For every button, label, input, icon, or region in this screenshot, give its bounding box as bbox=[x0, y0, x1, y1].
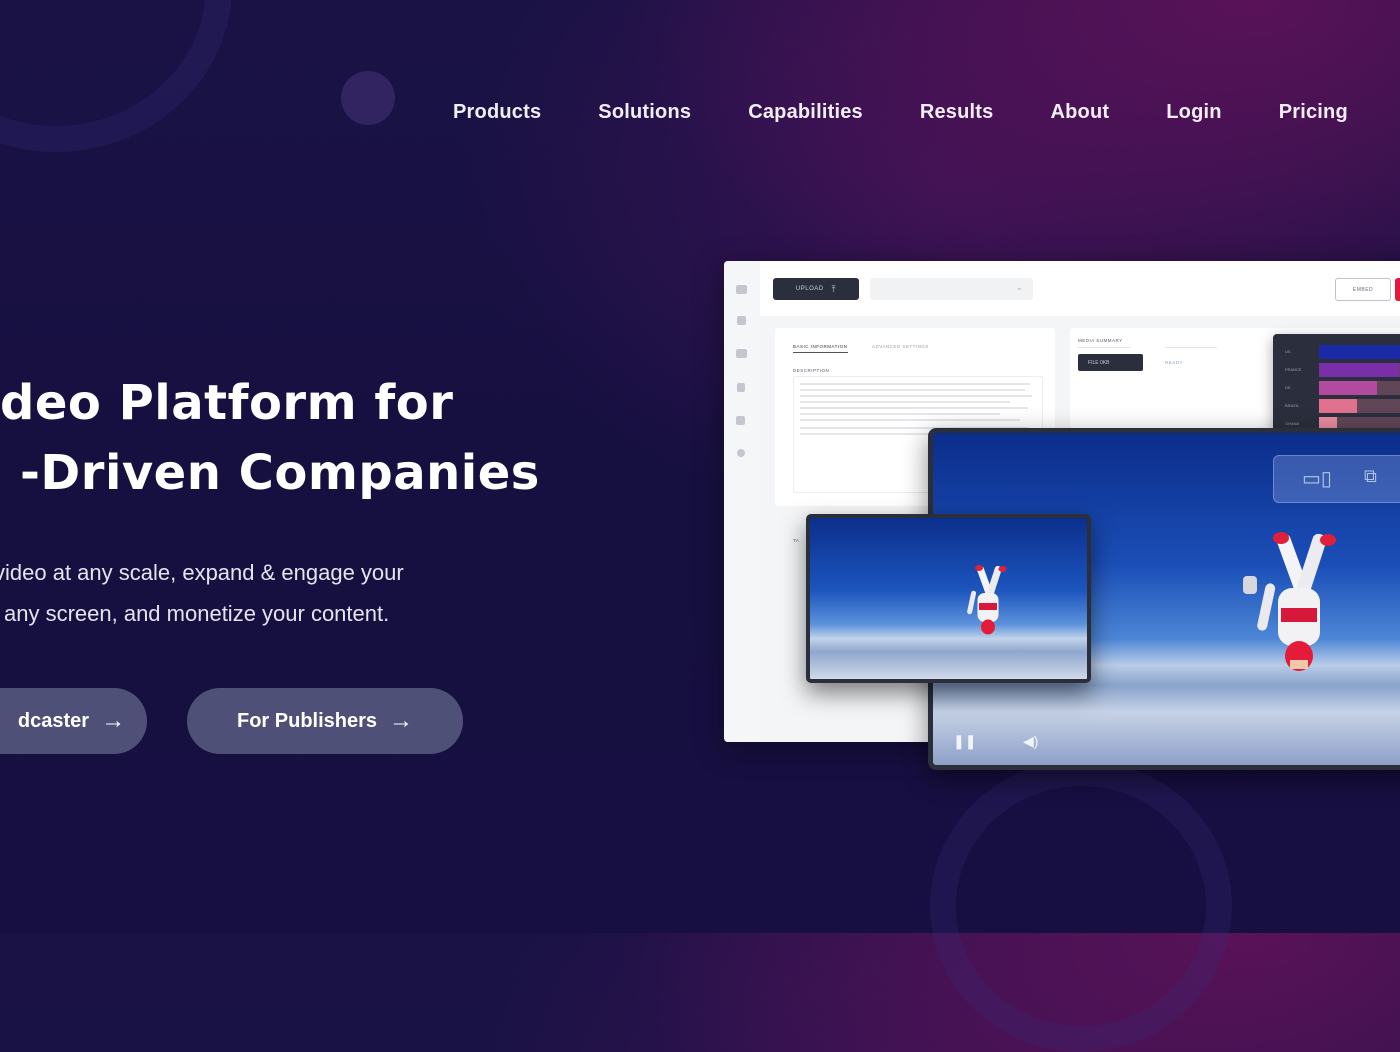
hero-subtitle-line-2: any screen, and monetize your content. bbox=[4, 601, 390, 626]
analytics-bar bbox=[1319, 345, 1400, 359]
analytics-bar-track bbox=[1319, 345, 1400, 359]
upload-icon: ⤒ bbox=[831, 283, 837, 294]
file-size-label: FILE 0KB bbox=[1088, 359, 1110, 366]
nav-link-pricing[interactable]: Pricing bbox=[1279, 101, 1348, 124]
nav-link-solutions[interactable]: Solutions bbox=[598, 101, 691, 124]
hero-title: deo Platform for -Driven Companies bbox=[0, 368, 540, 508]
device-selector-panel: ▭▯ ⧉ bbox=[1273, 455, 1400, 503]
cta-label: For Publishers bbox=[236, 709, 378, 732]
analytics-bar-track bbox=[1319, 381, 1400, 395]
menu-icon bbox=[736, 285, 747, 294]
hero-subtitle-line-1: video at any scale, expand & engage your bbox=[0, 560, 404, 585]
hero-title-line-1: deo Platform for bbox=[0, 375, 454, 431]
for-publishers-button[interactable]: For Publishers → bbox=[187, 688, 463, 754]
analytics-bar bbox=[1319, 399, 1357, 413]
play-icon bbox=[737, 383, 745, 392]
home-icon bbox=[737, 316, 746, 325]
analytics-bar bbox=[1319, 363, 1399, 377]
nav-link-products[interactable]: Products bbox=[453, 101, 541, 124]
mockup-sidebar bbox=[724, 261, 761, 742]
skydiver-image bbox=[1243, 532, 1336, 671]
pause-icon[interactable]: ❚❚ bbox=[953, 733, 976, 750]
background-dot-decoration bbox=[341, 71, 395, 125]
media-select[interactable]: ⌄ bbox=[870, 278, 1033, 300]
upload-button[interactable]: UPLOAD ⤒ bbox=[773, 278, 859, 300]
analytics-label: GHANA bbox=[1285, 421, 1300, 426]
status-label: READY bbox=[1165, 360, 1184, 365]
nav-link-results[interactable]: Results bbox=[920, 101, 994, 124]
file-size-button[interactable]: FILE 0KB bbox=[1078, 354, 1143, 371]
tags-label: TA bbox=[793, 538, 800, 543]
analytics-bar-track bbox=[1319, 363, 1400, 377]
nav-link-capabilities[interactable]: Capabilities bbox=[748, 101, 863, 124]
settings-icon bbox=[737, 449, 745, 457]
nav-link-about[interactable]: About bbox=[1051, 101, 1110, 124]
background-ring-decoration bbox=[0, 0, 232, 152]
hero-title-line-2: -Driven Companies bbox=[20, 445, 540, 501]
analytics-icon bbox=[736, 416, 745, 425]
tab-advanced-settings[interactable]: ADVANCED SETTINGS bbox=[872, 344, 929, 349]
multi-device-icon[interactable]: ▭▯ bbox=[1302, 466, 1332, 491]
arrow-right-icon: → bbox=[101, 707, 126, 734]
volume-icon[interactable]: ◀) bbox=[1023, 733, 1038, 750]
skydiver-image bbox=[967, 565, 1007, 635]
analytics-label: US bbox=[1285, 349, 1291, 354]
active-tab-underline bbox=[793, 352, 848, 353]
analytics-bar bbox=[1319, 381, 1378, 395]
description-label: DESCRIPTION bbox=[793, 368, 830, 373]
arrow-right-icon: → bbox=[389, 707, 414, 734]
tab-basic-information[interactable]: BASIC INFORMATION bbox=[793, 344, 847, 349]
upload-label: UPLOAD bbox=[795, 286, 824, 292]
analytics-label: UK bbox=[1285, 385, 1291, 390]
analytics-overlay: US FRANCE UK BRAZIL GHANA bbox=[1273, 334, 1400, 438]
media-summary-label: MEDIA SUMMARY bbox=[1078, 338, 1123, 343]
publish-button[interactable] bbox=[1395, 278, 1400, 301]
embed-button[interactable]: EMBED bbox=[1335, 278, 1391, 301]
for-broadcasters-button[interactable]: dcaster → bbox=[0, 688, 147, 754]
background-ring-decoration bbox=[930, 760, 1232, 1052]
nav-link-login[interactable]: Login bbox=[1166, 101, 1221, 124]
analytics-bar-track bbox=[1319, 399, 1400, 413]
video-player-small[interactable] bbox=[806, 514, 1091, 683]
cta-label: dcaster bbox=[17, 709, 90, 732]
mockup-toolbar: UPLOAD ⤒ ⌄ EMBED bbox=[760, 261, 1400, 316]
hero-subtitle: video at any scale, expand & engage your… bbox=[0, 552, 514, 634]
main-navigation: Products Solutions Capabilities Results … bbox=[453, 101, 1348, 124]
analytics-label: FRANCE bbox=[1285, 367, 1302, 372]
chevron-down-icon: ⌄ bbox=[1015, 282, 1023, 292]
analytics-label: BRAZIL bbox=[1285, 403, 1300, 408]
embed-label: EMBED bbox=[1352, 286, 1374, 293]
library-icon bbox=[736, 349, 747, 358]
screen-share-icon[interactable]: ⧉ bbox=[1364, 466, 1377, 487]
